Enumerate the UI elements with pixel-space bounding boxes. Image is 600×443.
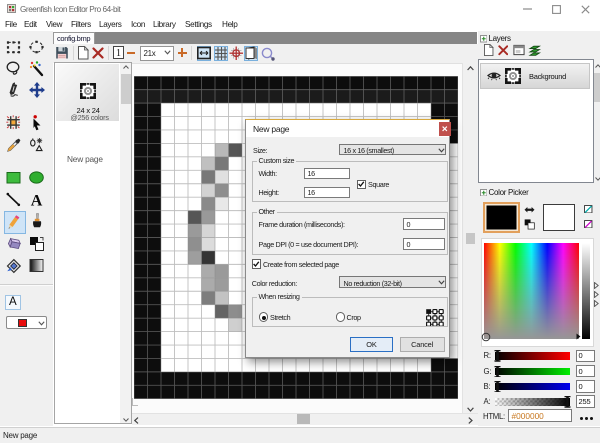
svg-text:1: 1 [116, 48, 121, 59]
svg-text:A: A [31, 192, 43, 208]
